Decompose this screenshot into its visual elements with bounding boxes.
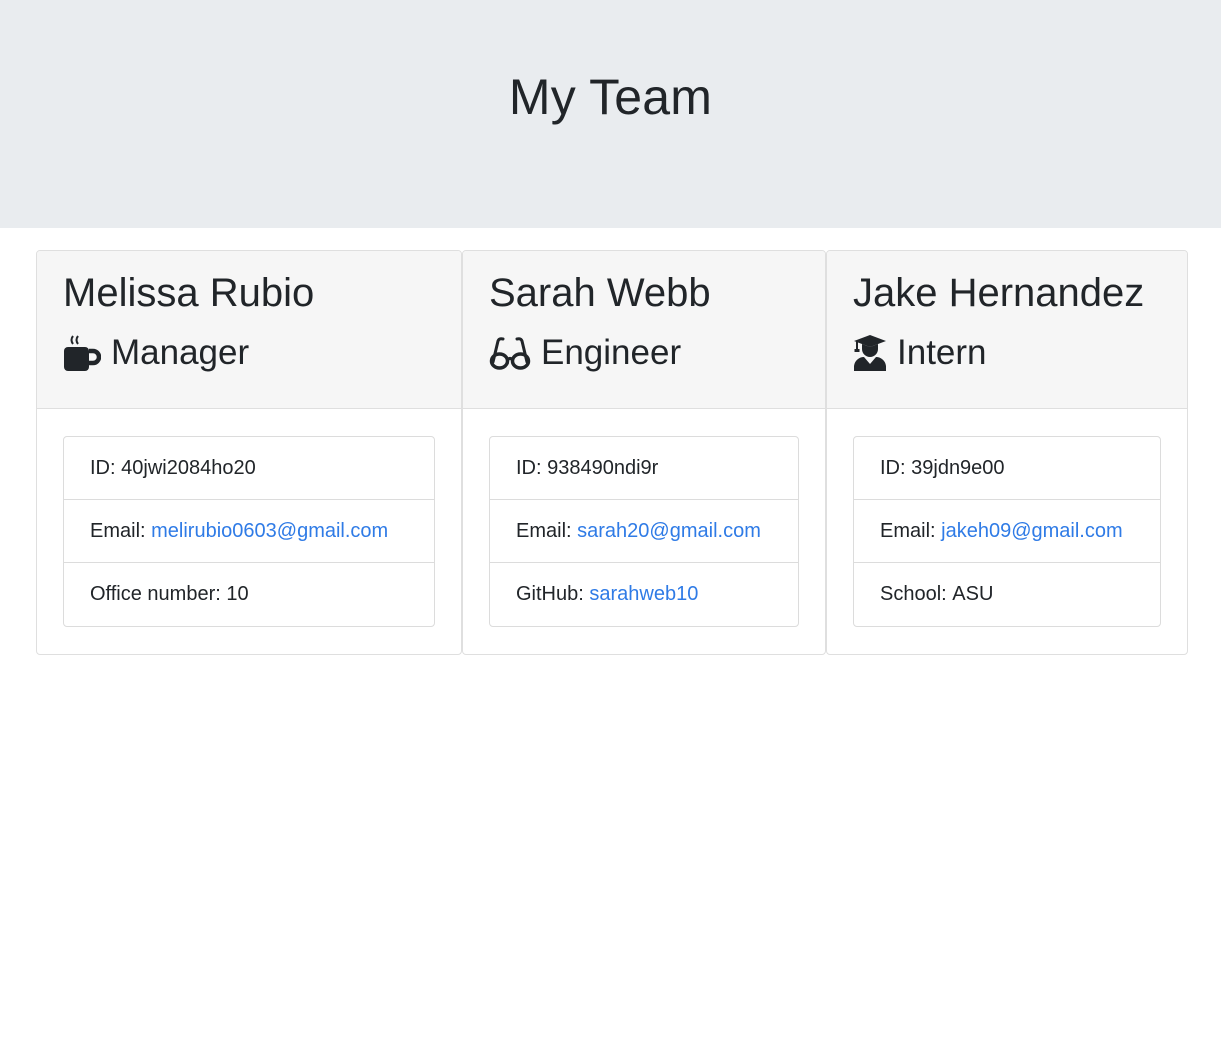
card-header: Jake Hernandez Intern (827, 251, 1187, 409)
github-link[interactable]: sarahweb10 (589, 583, 698, 606)
jumbotron: My Team (0, 0, 1221, 228)
info-list: ID: 39jdn9e00 Email: jakeh09@gmail.com S… (853, 436, 1161, 627)
list-item-email: Email: melirubio0603@gmail.com (64, 500, 434, 563)
id-label: ID: (880, 456, 906, 479)
email-link[interactable]: melirubio0603@gmail.com (151, 520, 388, 543)
email-label: Email: (516, 519, 572, 542)
email-label: Email: (880, 519, 936, 542)
graduate-icon (854, 335, 886, 371)
role-label: Intern (897, 333, 987, 372)
id-label: ID: (90, 456, 116, 479)
office-value: 10 (226, 583, 249, 605)
role-label: Engineer (541, 333, 682, 372)
employee-name: Jake Hernandez (853, 271, 1145, 315)
id-value: 40jwi2084ho20 (121, 456, 256, 479)
github-label: GitHub: (516, 583, 584, 605)
school-label: School: (880, 583, 947, 605)
id-value: 938490ndi9r (547, 456, 659, 479)
list-item-email: Email: sarah20@gmail.com (490, 500, 798, 563)
list-item-id: ID: 40jwi2084ho20 (64, 437, 434, 500)
id-label: ID: (516, 456, 542, 479)
email-label: Email: (90, 519, 146, 542)
email-link[interactable]: jakeh09@gmail.com (941, 520, 1123, 543)
list-item-id: ID: 39jdn9e00 (854, 437, 1160, 500)
list-item-school: School: ASU (854, 563, 1160, 626)
glasses-icon (489, 337, 531, 370)
role-label: Manager (111, 333, 250, 372)
list-item-email: Email: jakeh09@gmail.com (854, 500, 1160, 563)
info-list: ID: 40jwi2084ho20 Email: melirubio0603@g… (63, 436, 435, 627)
email-link[interactable]: sarah20@gmail.com (577, 520, 761, 543)
employee-name: Sarah Webb (489, 271, 711, 315)
office-label: Office number: (90, 583, 221, 605)
list-item-github: GitHub: sarahweb10 (490, 563, 798, 626)
list-item-id: ID: 938490ndi9r (490, 437, 798, 500)
engineer-card: Sarah Webb Engineer ID: 938490ndi9r Emai… (462, 250, 826, 655)
employee-role: Manager (63, 331, 461, 375)
card-header: Melissa Rubio Manager (37, 251, 461, 409)
employee-role: Intern (853, 331, 1187, 375)
manager-card: Melissa Rubio Manager ID: 40jwi2084ho20 … (36, 250, 462, 655)
intern-card: Jake Hernandez Intern ID: 39jdn9e00 Emai… (826, 250, 1188, 655)
list-item-office: Office number: 10 (64, 563, 434, 626)
school-value: ASU (952, 583, 994, 605)
id-value: 39jdn9e00 (911, 456, 1005, 479)
employee-role: Engineer (489, 331, 825, 375)
card-header: Sarah Webb Engineer (463, 251, 825, 409)
employee-name: Melissa Rubio (63, 271, 315, 315)
info-list: ID: 938490ndi9r Email: sarah20@gmail.com… (489, 436, 799, 627)
coffee-mug-icon (64, 335, 101, 371)
page-title: My Team (508, 69, 713, 125)
